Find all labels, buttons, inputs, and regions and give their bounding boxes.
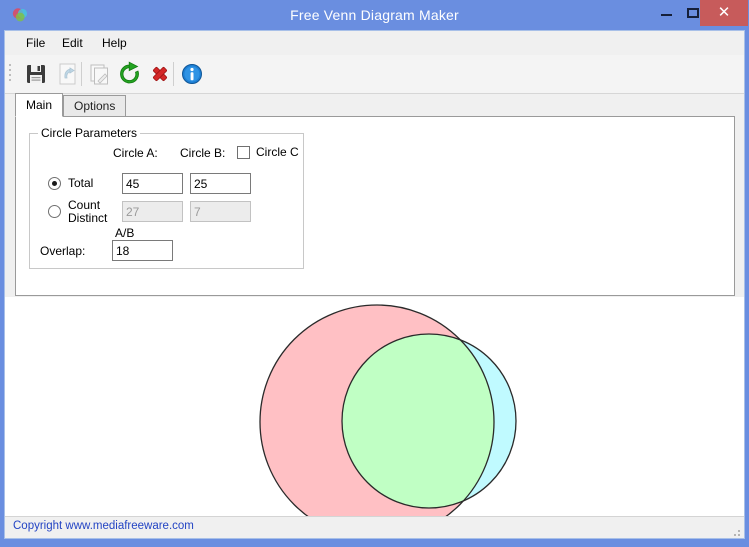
close-icon: ✕: [717, 4, 731, 21]
tab-strip: Main Options: [15, 93, 735, 117]
circle-c-checkbox[interactable]: Circle C: [237, 144, 309, 162]
count-distinct-circle-b-input[interactable]: [190, 201, 251, 222]
client-area: File Edit Help Main Options Circle Param…: [4, 30, 745, 540]
overlap-ab-input[interactable]: [112, 240, 173, 261]
radio-total[interactable]: [48, 177, 61, 190]
circle-parameters-group: Circle Parameters Circle A: Circle B: Ci…: [29, 126, 304, 269]
menu-item-help[interactable]: Help: [95, 34, 134, 52]
radio-total-label: Total: [68, 176, 94, 190]
column-header-circle-a: Circle A:: [113, 146, 158, 160]
close-button[interactable]: ✕: [700, 0, 748, 26]
menu-item-file[interactable]: File: [19, 34, 52, 52]
total-circle-a-input[interactable]: [122, 173, 183, 194]
toolbar-separator-2: [173, 62, 174, 86]
save-button[interactable]: [21, 59, 51, 89]
new-document-button[interactable]: [85, 59, 115, 89]
venn-diagram-canvas[interactable]: [5, 297, 744, 540]
delete-icon: [153, 67, 167, 81]
overlap-column-header: A/B: [115, 226, 135, 240]
status-bar-text: Copyright www.mediafreeware.com: [13, 520, 194, 532]
toolbar: [5, 55, 744, 94]
checkbox-box: [237, 146, 250, 159]
edit-icon: [59, 63, 76, 85]
menu-bar: File Edit Help: [5, 31, 744, 56]
tab-options[interactable]: Options: [63, 95, 127, 117]
save-icon: [27, 65, 45, 83]
tab-main[interactable]: Main: [15, 93, 64, 117]
toolbar-grip[interactable]: [9, 64, 12, 84]
circle-c-label: Circle C: [256, 145, 299, 159]
radio-count-distinct-label: Count Distinct: [68, 198, 108, 225]
resize-grip[interactable]: [729, 524, 741, 536]
maximize-icon: [687, 8, 699, 18]
refresh-icon: [120, 61, 139, 84]
info-icon: [182, 64, 202, 84]
radio-count-distinct[interactable]: [48, 205, 61, 218]
title-bar: Free Venn Diagram Maker ✕: [0, 0, 749, 30]
info-button[interactable]: [177, 59, 207, 89]
status-bar: Copyright www.mediafreeware.com: [5, 516, 744, 538]
total-circle-b-input[interactable]: [190, 173, 251, 194]
column-header-circle-b: Circle B:: [180, 146, 226, 160]
venn-diagram-svg: [259, 304, 517, 540]
edit-button[interactable]: [53, 59, 83, 89]
overlap-label: Overlap:: [40, 244, 86, 258]
new-document-icon: [90, 64, 108, 85]
total-row: Total: [40, 170, 300, 198]
delete-button[interactable]: [145, 59, 175, 89]
toolbar-separator: [81, 62, 82, 86]
minimize-icon: [661, 14, 672, 16]
count-distinct-row: Count Distinct: [40, 198, 300, 226]
application-window: Free Venn Diagram Maker ✕ File Edit Help: [0, 0, 749, 547]
count-distinct-circle-a-input[interactable]: [122, 201, 183, 222]
tab-page-main: Circle Parameters Circle A: Circle B: Ci…: [15, 116, 735, 296]
refresh-button[interactable]: [115, 59, 145, 89]
menu-item-edit[interactable]: Edit: [55, 34, 90, 52]
group-title: Circle Parameters: [38, 126, 141, 140]
window-title: Free Venn Diagram Maker: [290, 7, 459, 23]
